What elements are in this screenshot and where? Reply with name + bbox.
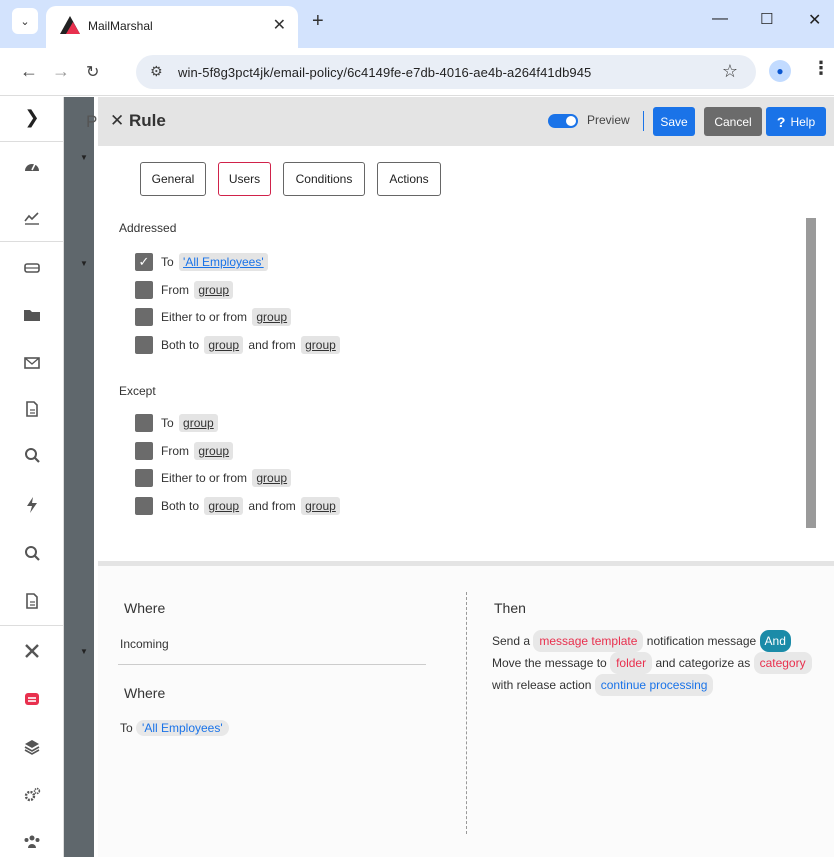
tools-icon[interactable] xyxy=(0,631,64,671)
mailmarshal-logo-icon xyxy=(60,16,80,34)
except-either-row: Either to or from group xyxy=(135,468,293,488)
addressed-both-from-value[interactable]: group xyxy=(301,336,340,354)
except-both-row: Both to group and from group xyxy=(135,496,342,516)
scrollbar[interactable] xyxy=(806,218,816,528)
except-to-checkbox[interactable] xyxy=(135,414,153,432)
maximize-icon[interactable]: ☐ xyxy=(760,10,773,28)
summary-divider xyxy=(466,592,467,834)
except-either-checkbox[interactable] xyxy=(135,469,153,487)
layers-icon[interactable] xyxy=(0,727,64,767)
addressed-to-value[interactable]: 'All Employees' xyxy=(179,253,268,271)
mail-icon[interactable] xyxy=(0,343,64,383)
save-button[interactable]: Save xyxy=(653,107,695,136)
expand-sidebar-icon[interactable]: ❯ xyxy=(0,97,64,137)
then-actions-text: Send a message template notification mes… xyxy=(492,630,822,696)
addressed-from-checkbox[interactable] xyxy=(135,281,153,299)
window-close-icon[interactable]: ✕ xyxy=(808,10,821,30)
tab-users[interactable]: Users xyxy=(218,162,271,196)
except-label: Except xyxy=(119,384,156,398)
message-template-token[interactable]: message template xyxy=(533,630,644,652)
addressed-both-row: Both to group and from group xyxy=(135,335,342,355)
then-heading: Then xyxy=(494,600,526,616)
new-tab-icon[interactable]: + xyxy=(312,10,324,33)
email-policy-icon[interactable] xyxy=(0,679,64,719)
address-bar: ← → ↻ ⚙ win-5f8g3pct4jk/email-policy/6c4… xyxy=(0,48,834,96)
url-omnibox[interactable]: ⚙ win-5f8g3pct4jk/email-policy/6c4149fe-… xyxy=(136,55,756,89)
reports-chart-icon[interactable] xyxy=(0,197,64,237)
addressed-to-row: ✓ To 'All Employees' xyxy=(135,252,270,272)
where-heading-2: Where xyxy=(124,685,166,701)
policy-tree-rail: ▼ ▼ ▼ xyxy=(64,97,94,857)
except-to-row: To group xyxy=(135,413,220,433)
addressed-from-value[interactable]: group xyxy=(194,281,234,299)
search-icon[interactable] xyxy=(0,435,64,475)
except-from-value[interactable]: group xyxy=(194,442,234,460)
where-direction-value: Incoming xyxy=(120,637,169,651)
question-icon: ? xyxy=(776,113,786,130)
where-users-value: To 'All Employees' xyxy=(120,720,229,736)
app-sidebar: ❯ xyxy=(0,97,64,857)
folder-token[interactable]: folder xyxy=(610,652,653,674)
lightning-icon[interactable] xyxy=(0,485,64,525)
addressed-both-checkbox[interactable] xyxy=(135,336,153,354)
document-icon[interactable] xyxy=(0,389,64,429)
except-either-value[interactable]: group xyxy=(252,469,292,487)
except-both-checkbox[interactable] xyxy=(135,497,153,515)
browser-tab[interactable]: MailMarshal ✕ xyxy=(46,6,298,48)
tab-actions[interactable]: Actions xyxy=(377,162,441,196)
minimize-icon[interactable]: — xyxy=(712,10,728,28)
cancel-button[interactable]: Cancel xyxy=(704,107,762,136)
and-connector-badge[interactable]: And xyxy=(759,630,791,652)
addressed-either-checkbox[interactable] xyxy=(135,308,153,326)
help-button[interactable]: ? Help xyxy=(766,107,826,136)
chevron-down-icon[interactable]: ▼ xyxy=(80,153,88,162)
except-both-to-value[interactable]: group xyxy=(204,497,244,515)
rule-header: ✕ Rule Preview Save Cancel ? Help xyxy=(98,97,834,146)
where-heading: Where xyxy=(124,600,166,616)
where-users-token[interactable]: 'All Employees' xyxy=(136,720,229,736)
release-action-token[interactable]: continue processing xyxy=(594,674,714,696)
forward-icon[interactable]: → xyxy=(52,61,70,82)
except-from-row: From group xyxy=(135,441,235,461)
folder-icon[interactable] xyxy=(0,295,64,335)
addressed-label: Addressed xyxy=(119,221,177,235)
back-icon[interactable]: ← xyxy=(20,61,38,82)
addressed-both-to-value[interactable]: group xyxy=(204,336,244,354)
addressed-from-row: From group xyxy=(135,280,235,300)
url-text: win-5f8g3pct4jk/email-policy/6c4149fe-e7… xyxy=(178,65,592,80)
except-from-checkbox[interactable] xyxy=(135,442,153,460)
tab-close-icon[interactable]: ✕ xyxy=(273,15,286,35)
tab-title: MailMarshal xyxy=(88,19,153,33)
addressed-either-row: Either to or from group xyxy=(135,307,293,327)
drive-icon[interactable] xyxy=(0,247,64,287)
rail-letter: P xyxy=(86,112,98,131)
search-icon-2[interactable] xyxy=(0,533,64,573)
preview-toggle[interactable] xyxy=(548,114,578,128)
chevron-down-icon[interactable]: ▼ xyxy=(80,647,88,656)
addressed-either-value[interactable]: group xyxy=(252,308,292,326)
tab-general[interactable]: General xyxy=(140,162,206,196)
page-title: ✕ Rule xyxy=(110,111,166,130)
users-group-icon[interactable] xyxy=(0,821,64,857)
addressed-to-checkbox[interactable]: ✓ xyxy=(135,253,153,271)
browser-menu-icon[interactable]: ⋮ xyxy=(812,58,830,79)
browser-tab-bar: ⌄ MailMarshal ✕ + — ☐ ✕ xyxy=(0,0,834,48)
tab-conditions[interactable]: Conditions xyxy=(283,162,365,196)
except-both-from-value[interactable]: group xyxy=(301,497,340,515)
tab-search-chevron-icon[interactable]: ⌄ xyxy=(12,8,38,34)
except-to-value[interactable]: group xyxy=(179,414,218,432)
dashboard-gauge-icon[interactable] xyxy=(0,147,64,187)
document-icon-2[interactable] xyxy=(0,581,64,621)
rule-editor-panel: General Users Conditions Actions Address… xyxy=(98,146,834,561)
settings-gears-icon[interactable] xyxy=(0,775,64,815)
rule-summary-panel: Where Incoming Where To 'All Employees' … xyxy=(98,566,834,857)
bookmark-star-icon[interactable]: ☆ xyxy=(722,61,738,82)
category-token[interactable]: category xyxy=(753,652,812,674)
close-rule-icon[interactable]: ✕ xyxy=(110,111,124,130)
chevron-down-icon[interactable]: ▼ xyxy=(80,259,88,268)
preview-label: Preview xyxy=(587,113,630,127)
profile-avatar-icon[interactable]: ● xyxy=(769,60,791,82)
site-settings-icon[interactable]: ⚙ xyxy=(150,63,163,80)
reload-icon[interactable]: ↻ xyxy=(86,62,99,82)
